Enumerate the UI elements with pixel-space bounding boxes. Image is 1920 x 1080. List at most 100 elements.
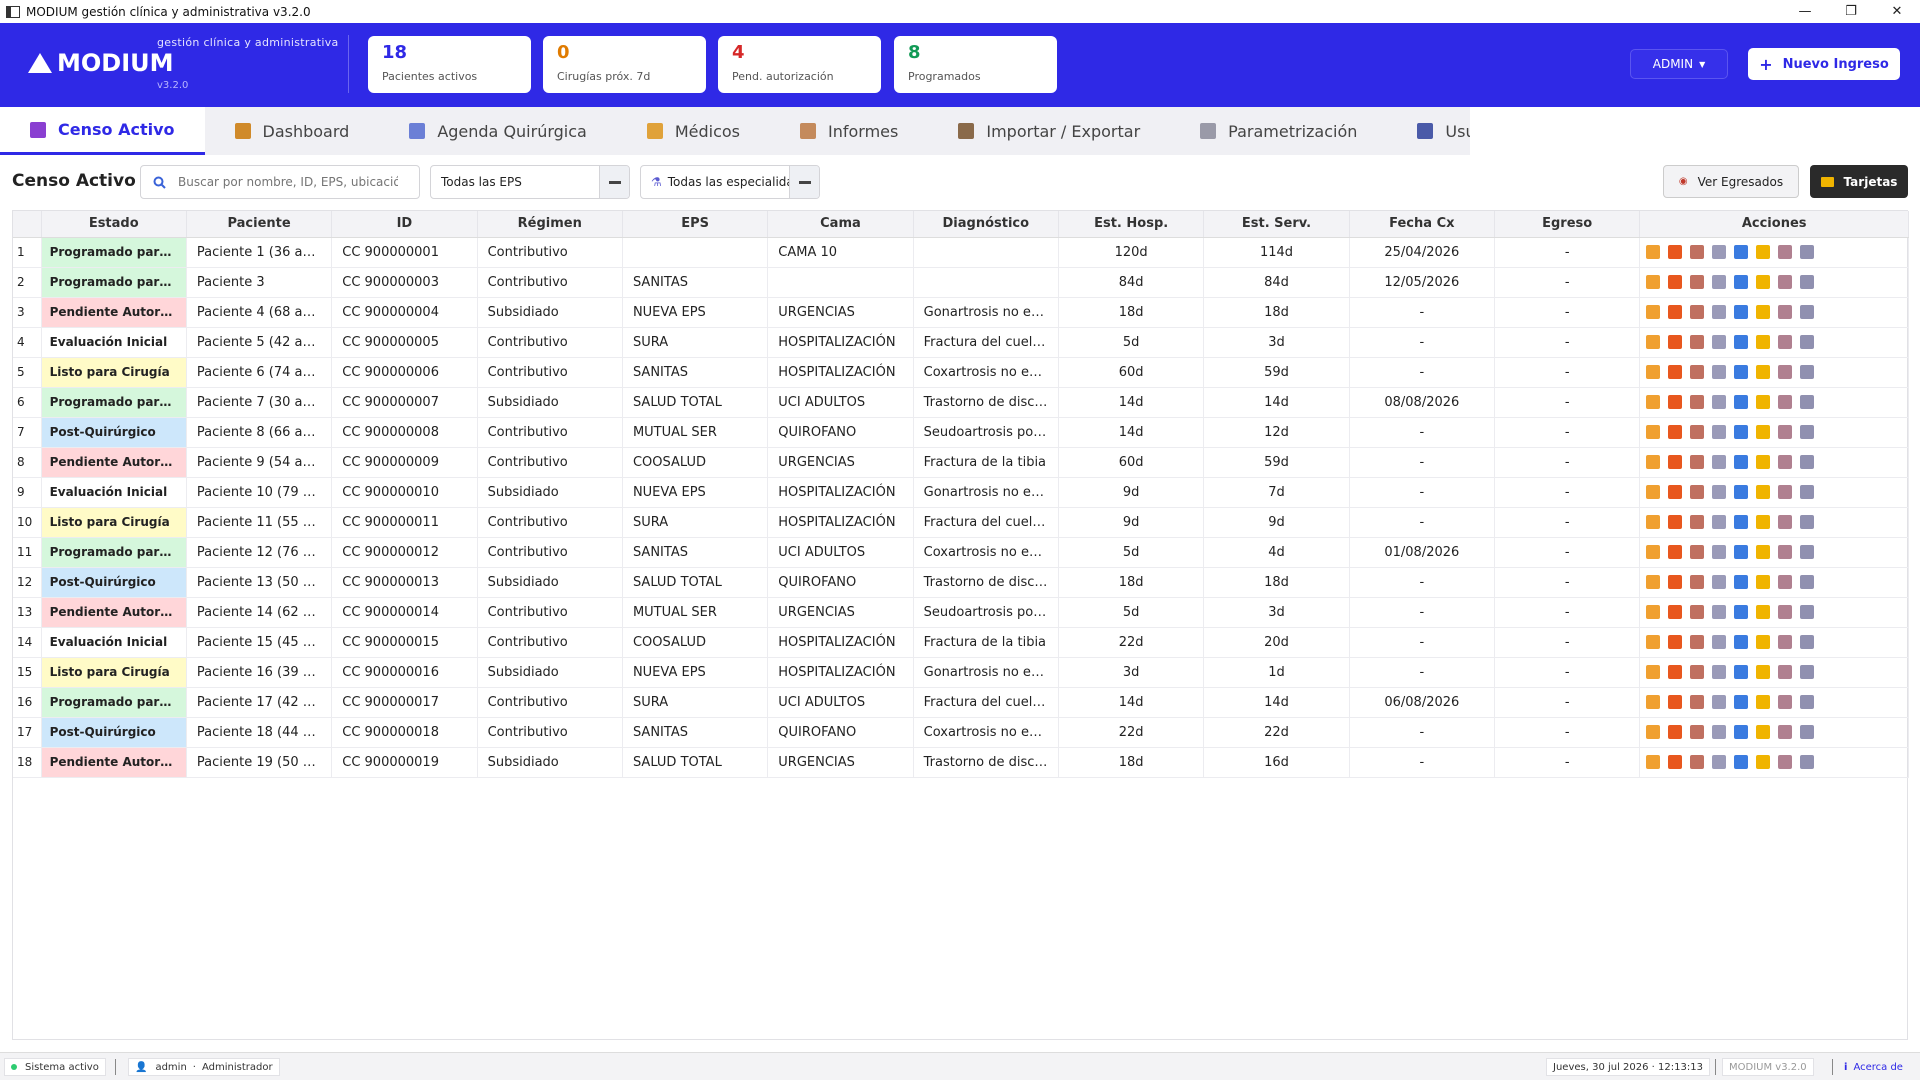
- notes-icon[interactable]: [1778, 455, 1793, 469]
- notes-icon[interactable]: [1778, 305, 1793, 319]
- transfer-icon[interactable]: [1734, 245, 1749, 259]
- settings-icon[interactable]: [1712, 545, 1727, 559]
- column-header[interactable]: Diagnóstico: [913, 211, 1059, 238]
- notes-icon[interactable]: [1778, 365, 1793, 379]
- warning-icon[interactable]: [1756, 545, 1771, 559]
- transfer-icon[interactable]: [1734, 275, 1749, 289]
- view-discharged-button[interactable]: ◉ Ver Egresados: [1663, 165, 1799, 198]
- table-row[interactable]: 18Pendiente AutorizaciónPaciente 19 (50 …: [13, 747, 1909, 778]
- table-row[interactable]: 15 Listo para Cirugía Paciente 16 (39 años…: [13, 657, 1909, 688]
- edit-icon[interactable]: [1668, 755, 1683, 769]
- warning-icon[interactable]: [1756, 605, 1771, 619]
- view-icon[interactable]: [1646, 365, 1661, 379]
- document-icon[interactable]: [1690, 575, 1705, 589]
- discharge-icon[interactable]: [1800, 575, 1815, 589]
- minimize-button[interactable]: —: [1782, 0, 1828, 23]
- view-icon[interactable]: [1646, 245, 1661, 259]
- settings-icon[interactable]: [1712, 395, 1727, 409]
- discharge-icon[interactable]: [1800, 425, 1815, 439]
- column-header[interactable]: Paciente: [186, 211, 333, 238]
- search-input[interactable]: [178, 175, 398, 189]
- discharge-icon[interactable]: [1800, 395, 1815, 409]
- view-icon[interactable]: [1646, 455, 1661, 469]
- tab-censo-activo[interactable]: Censo Activo: [0, 107, 205, 155]
- discharge-icon[interactable]: [1800, 545, 1815, 559]
- document-icon[interactable]: [1690, 275, 1705, 289]
- edit-icon[interactable]: [1668, 425, 1683, 439]
- settings-icon[interactable]: [1712, 665, 1727, 679]
- settings-icon[interactable]: [1712, 455, 1727, 469]
- settings-icon[interactable]: [1712, 275, 1727, 289]
- stat-card[interactable]: 8 Programados: [894, 36, 1057, 93]
- maximize-button[interactable]: ❐: [1828, 0, 1874, 23]
- settings-icon[interactable]: [1712, 425, 1727, 439]
- warning-icon[interactable]: [1756, 425, 1771, 439]
- eps-filter-select[interactable]: Todas las EPS: [430, 165, 630, 199]
- warning-icon[interactable]: [1756, 245, 1771, 259]
- notes-icon[interactable]: [1778, 485, 1793, 499]
- table-row[interactable]: 3Pendiente AutorizaciónPaciente 4 (68 añ…: [13, 297, 1909, 328]
- transfer-icon[interactable]: [1734, 485, 1749, 499]
- document-icon[interactable]: [1690, 725, 1705, 739]
- notes-icon[interactable]: [1778, 635, 1793, 649]
- transfer-icon[interactable]: [1734, 575, 1749, 589]
- column-header[interactable]: Est. Serv.: [1203, 211, 1350, 238]
- edit-icon[interactable]: [1668, 635, 1683, 649]
- tab-agenda-quirúrgica[interactable]: Agenda Quirúrgica: [379, 107, 617, 155]
- document-icon[interactable]: [1690, 635, 1705, 649]
- document-icon[interactable]: [1690, 545, 1705, 559]
- view-icon[interactable]: [1646, 425, 1661, 439]
- tab-informes[interactable]: Informes: [770, 107, 928, 155]
- table-row[interactable]: 1Programado para CirugíaPaciente 1 (36 a…: [13, 237, 1909, 268]
- edit-icon[interactable]: [1668, 515, 1683, 529]
- view-icon[interactable]: [1646, 485, 1661, 499]
- document-icon[interactable]: [1690, 425, 1705, 439]
- document-icon[interactable]: [1690, 665, 1705, 679]
- column-header[interactable]: ID: [331, 211, 478, 238]
- notes-icon[interactable]: [1778, 395, 1793, 409]
- settings-icon[interactable]: [1712, 365, 1727, 379]
- discharge-icon[interactable]: [1800, 755, 1815, 769]
- edit-icon[interactable]: [1668, 695, 1683, 709]
- discharge-icon[interactable]: [1800, 695, 1815, 709]
- table-row[interactable]: 11Programado para CirugíaPaciente 12 (76…: [13, 537, 1909, 568]
- transfer-icon[interactable]: [1734, 725, 1749, 739]
- edit-icon[interactable]: [1668, 665, 1683, 679]
- edit-icon[interactable]: [1668, 275, 1683, 289]
- about-link[interactable]: i Acerca de: [1838, 1058, 1909, 1076]
- stat-card[interactable]: 0 Cirugías próx. 7d: [543, 36, 706, 93]
- warning-icon[interactable]: [1756, 635, 1771, 649]
- tab-médicos[interactable]: Médicos: [617, 107, 770, 155]
- document-icon[interactable]: [1690, 455, 1705, 469]
- document-icon[interactable]: [1690, 305, 1705, 319]
- notes-icon[interactable]: [1778, 665, 1793, 679]
- table-row[interactable]: 14 Evaluación Inicial Paciente 15 (45 años…: [13, 627, 1909, 658]
- view-icon[interactable]: [1646, 545, 1661, 559]
- document-icon[interactable]: [1690, 695, 1705, 709]
- notes-icon[interactable]: [1778, 425, 1793, 439]
- notes-icon[interactable]: [1778, 695, 1793, 709]
- table-row[interactable]: 4 Evaluación Inicial Paciente 5 (42 años) C…: [13, 327, 1909, 358]
- warning-icon[interactable]: [1756, 695, 1771, 709]
- column-header[interactable]: Fecha Cx: [1349, 211, 1496, 238]
- settings-icon[interactable]: [1712, 335, 1727, 349]
- view-icon[interactable]: [1646, 515, 1661, 529]
- discharge-icon[interactable]: [1800, 305, 1815, 319]
- transfer-icon[interactable]: [1734, 605, 1749, 619]
- settings-icon[interactable]: [1712, 245, 1727, 259]
- view-icon[interactable]: [1646, 695, 1661, 709]
- table-row[interactable]: 7 Post-Quirúrgico Paciente 8 (66 años) CC 9…: [13, 417, 1909, 448]
- settings-icon[interactable]: [1712, 605, 1727, 619]
- view-icon[interactable]: [1646, 305, 1661, 319]
- edit-icon[interactable]: [1668, 725, 1683, 739]
- transfer-icon[interactable]: [1734, 755, 1749, 769]
- close-button[interactable]: ✕: [1874, 0, 1920, 23]
- specialty-filter-select[interactable]: ⚗ Todas las especialidades: [640, 165, 820, 199]
- stat-card[interactable]: 4 Pend. autorización: [718, 36, 881, 93]
- column-header[interactable]: Acciones: [1639, 211, 1909, 238]
- settings-icon[interactable]: [1712, 575, 1727, 589]
- document-icon[interactable]: [1690, 365, 1705, 379]
- notes-icon[interactable]: [1778, 605, 1793, 619]
- edit-icon[interactable]: [1668, 395, 1683, 409]
- warning-icon[interactable]: [1756, 335, 1771, 349]
